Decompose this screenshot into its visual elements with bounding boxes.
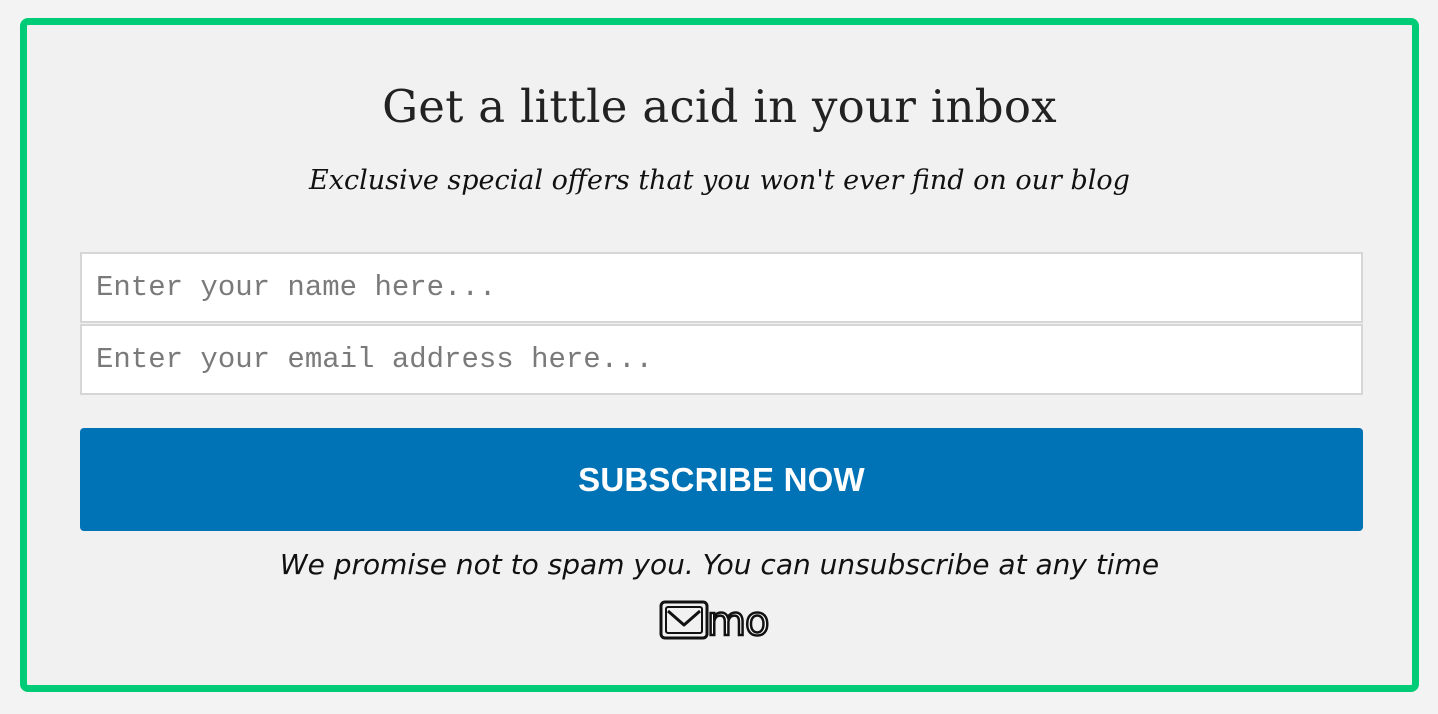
form-fields	[80, 252, 1363, 395]
mailmunch-logo-icon[interactable]: mo	[659, 599, 783, 641]
form-subheadline: Exclusive special offers that you won't …	[309, 165, 1130, 196]
name-input[interactable]	[80, 252, 1363, 323]
spam-disclaimer: We promise not to spam you. You can unsu…	[279, 548, 1160, 581]
optin-form-card: Get a little acid in your inbox Exclusiv…	[20, 18, 1419, 692]
logo-text: mo	[707, 599, 768, 641]
email-input[interactable]	[80, 324, 1363, 395]
form-headline: Get a little acid in your inbox	[382, 80, 1057, 133]
subscribe-button[interactable]: SUBSCRIBE NOW	[80, 428, 1363, 531]
